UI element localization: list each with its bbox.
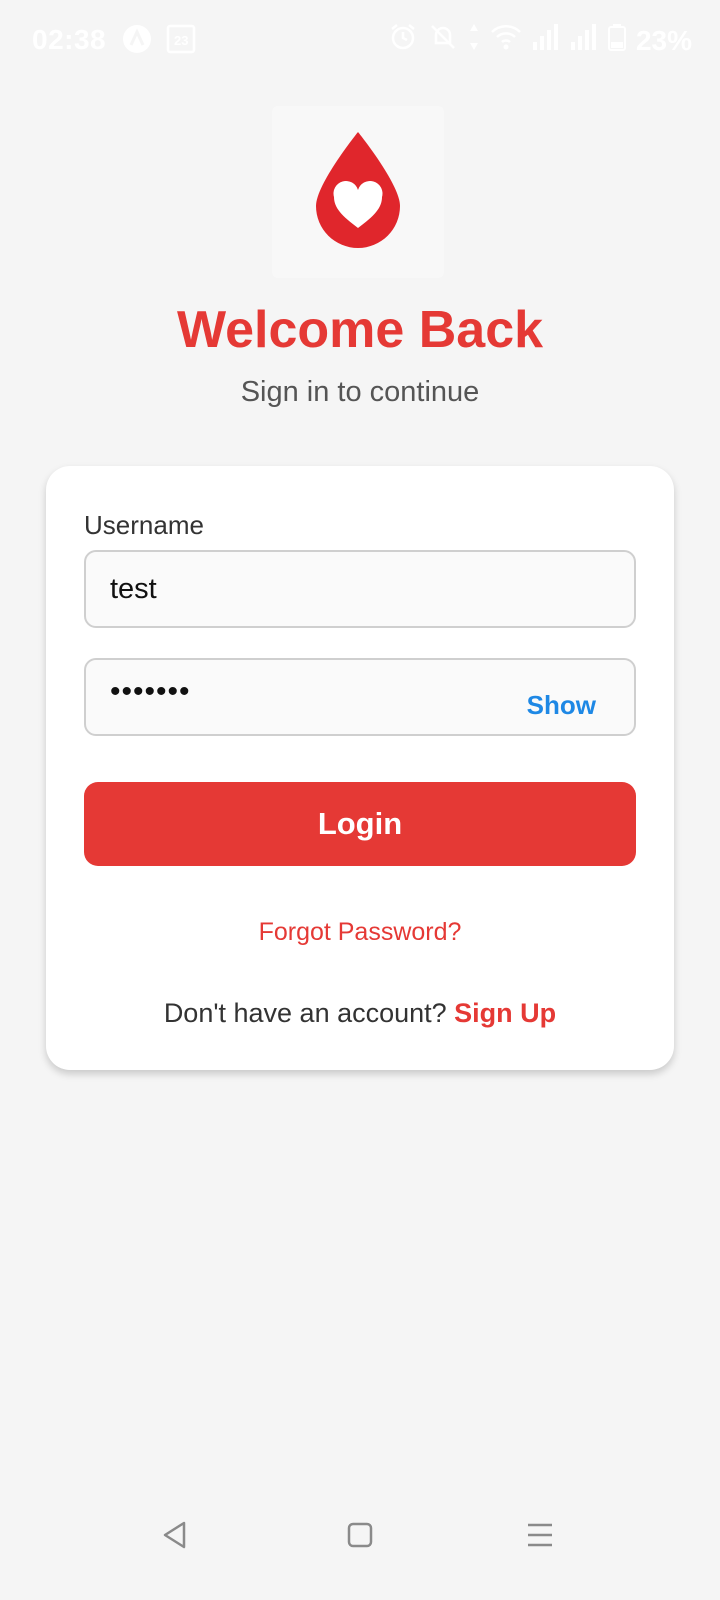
login-button[interactable]: Login [84,782,636,866]
password-input[interactable]: ••••••• Show [84,658,636,736]
battery-percent: 23% [635,24,692,56]
show-password-toggle[interactable]: Show [527,690,596,721]
signup-row: Don't have an account? Sign Up [46,998,674,1029]
back-icon[interactable] [160,1520,190,1555]
status-bar: 02:38 23 23% [0,0,720,80]
svg-text:23: 23 [174,33,188,48]
username-label: Username [84,510,204,540]
signup-prompt: Don't have an account? [163,998,455,1028]
data-arrows-icon [468,22,480,59]
username-value: test [110,572,157,605]
alarm-icon [388,22,418,59]
signal-icon [532,22,560,59]
status-time: 02:38 [32,24,107,55]
signal-icon [570,22,598,59]
app-logo [272,106,444,278]
recents-icon[interactable] [526,1522,554,1553]
mute-icon [428,22,458,59]
app-a-icon [122,24,152,61]
forgot-password-link[interactable]: Forgot Password? [46,918,674,947]
page-title: Welcome Back [176,301,544,359]
home-icon[interactable] [346,1521,374,1554]
password-value: ••••••• [110,675,191,708]
wifi-icon [490,22,522,59]
page-subtitle: Sign in to continue [240,376,480,408]
username-input[interactable]: test [84,550,636,628]
battery-icon [607,22,626,59]
navigation-bar [0,1520,720,1600]
login-screen: 02:38 23 23% Welcome Back Sign in to con… [0,0,720,1600]
blood-drop-heart-icon [312,130,404,255]
login-card: Username test ••••••• Show Login Forgot … [46,466,674,1070]
status-icons: 23% [388,22,692,59]
notification-box-icon: 23 [166,24,196,61]
signup-link[interactable]: Sign Up [454,998,556,1028]
